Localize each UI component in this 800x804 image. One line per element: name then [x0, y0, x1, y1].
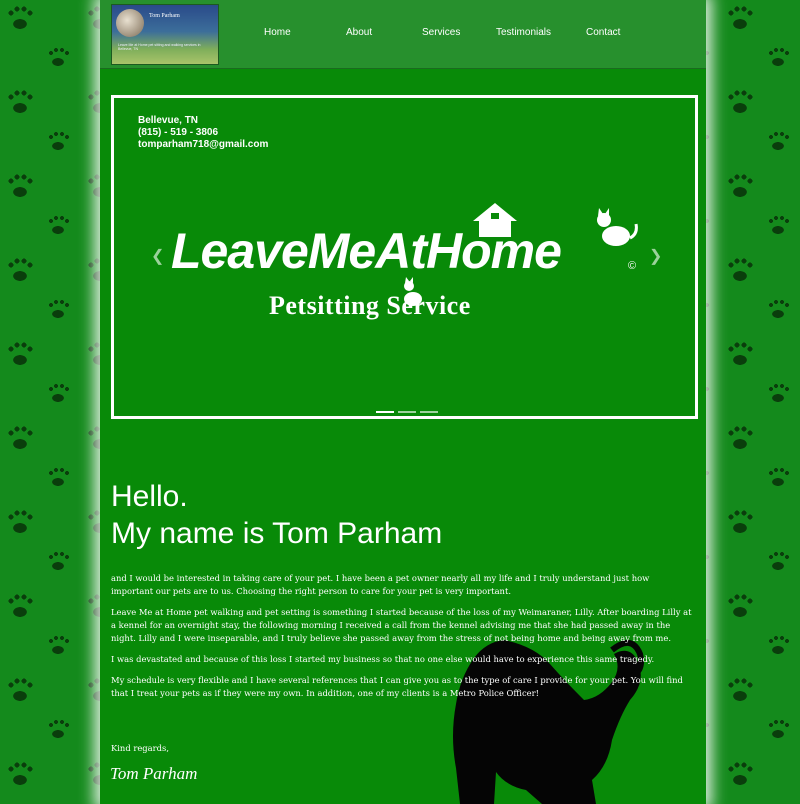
nav-testimonials[interactable]: Testimonials — [496, 27, 551, 38]
greeting-line-1: Hello. — [111, 480, 188, 513]
brand-subtitle: Petsitting Service — [269, 291, 471, 320]
slide-indicators — [376, 400, 442, 418]
paragraph: My schedule is very flexible and I have … — [111, 675, 683, 698]
nav-home[interactable]: Home — [264, 27, 291, 38]
slide-indicator[interactable] — [376, 411, 394, 413]
main-nav: Home About Services Testimonials Contact — [100, 27, 706, 41]
intro-text: and I would be interested in taking care… — [111, 572, 693, 708]
contact-phone: (815) - 519 - 3806 — [138, 127, 219, 138]
contact-info: Bellevue, TN (815) - 519 - 3806 tomparha… — [138, 115, 268, 151]
greeting-line-2: My name is Tom Parham — [111, 517, 443, 550]
slide-indicator[interactable] — [420, 411, 438, 413]
content-column: Tom Parham Leave Me at Home pet sitting … — [100, 0, 706, 804]
logo-name: Tom Parham — [149, 13, 180, 19]
cat-icon — [597, 208, 638, 246]
paragraph: and I would be interested in taking care… — [111, 573, 650, 596]
contact-location: Bellevue, TN — [138, 115, 199, 126]
nav-services[interactable]: Services — [422, 27, 460, 38]
brand-wordmark: LeaveMeAtHome — [171, 223, 562, 279]
closing-text: Kind regards, — [111, 743, 169, 753]
hero-slider: Bellevue, TN (815) - 519 - 3806 tomparha… — [111, 95, 698, 419]
paragraph: I was devastated and because of this los… — [111, 654, 655, 664]
nav-about[interactable]: About — [346, 27, 372, 38]
site-header: Tom Parham Leave Me at Home pet sitting … — [100, 0, 706, 69]
logo-tagline: Leave Me at Home pet sitting and walking… — [118, 43, 201, 51]
chevron-right-icon[interactable]: ❯ — [649, 246, 662, 266]
nav-contact[interactable]: Contact — [586, 27, 620, 38]
copyright-mark: © — [628, 260, 637, 272]
chevron-left-icon[interactable]: ❮ — [151, 246, 164, 266]
paragraph: Leave Me at Home pet walking and pet set… — [111, 607, 692, 643]
contact-email: tomparham718@gmail.com — [138, 139, 269, 150]
signature: Tom Parham — [110, 764, 198, 783]
page-background: { "header": { "logo": { "name": "Tom Par… — [0, 0, 800, 804]
greeting-heading: Hello. My name is Tom Parham — [111, 478, 442, 552]
slide-indicator[interactable] — [398, 411, 416, 413]
